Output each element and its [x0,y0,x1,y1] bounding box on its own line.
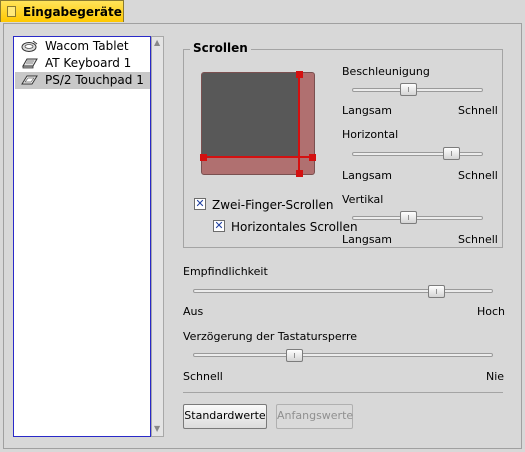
device-list-scrollbar[interactable]: ▲ ▼ [151,36,164,437]
device-item-label: Wacom Tablet [45,39,129,53]
typing-delay-min-label: Schnell [183,370,223,383]
horizontal-speed-max-label: Schnell [458,169,498,182]
tab-marker-icon [7,6,16,17]
defaults-button[interactable]: Standardwerte [183,404,267,429]
touchpad-icon [21,75,38,85]
two-finger-scroll-label: Zwei-Finger-Scrollen [212,198,334,212]
device-item-label: PS/2 Touchpad 1 [45,73,144,87]
vertical-edge-handle-top[interactable] [296,71,303,78]
tab-label: Eingabegeräte [23,5,122,19]
device-item-wacom-tablet[interactable]: Wacom Tablet [15,38,150,55]
slider-track [352,216,483,220]
horizontal-speed-min-label: Langsam [342,169,393,182]
slider-thumb[interactable] [400,211,417,224]
vertical-speed-min-label: Langsam [342,233,393,246]
slider-thumb[interactable] [400,83,417,96]
scroll-down-arrow-icon[interactable]: ▼ [154,424,160,434]
horizontal-edge-handle-right[interactable] [309,154,316,161]
slider-track [352,152,483,156]
acceleration-slider[interactable] [352,83,483,97]
scroll-up-arrow-icon[interactable]: ▲ [154,38,160,48]
acceleration-label: Beschleunigung [342,65,430,78]
horizontal-scroll-edge-line [203,156,314,158]
vertical-edge-handle-bottom[interactable] [296,170,303,177]
slider-track [193,289,493,293]
sensitivity-slider[interactable] [193,284,493,300]
slider-thumb[interactable] [443,147,460,160]
device-item-label: AT Keyboard 1 [45,56,132,70]
device-item-at-keyboard[interactable]: AT Keyboard 1 [15,55,150,72]
typing-delay-max-label: Nie [486,370,505,383]
revert-button[interactable]: Anfangswerte [276,404,353,429]
device-list[interactable]: Wacom Tablet AT Keyboard 1 PS/2 Touchpad… [13,36,151,437]
slider-track [193,353,493,357]
tab-bar: Eingabegeräte [0,0,525,23]
divider [183,392,503,393]
slider-track [352,88,483,92]
vertical-speed-max-label: Schnell [458,233,498,246]
horizontal-edge-handle-left[interactable] [200,154,207,161]
vertical-scroll-edge-line [298,73,300,174]
sensitivity-max-label: Hoch [477,305,506,318]
keyboard-icon [22,58,38,69]
tablet-icon [21,40,38,52]
vertical-speed-slider[interactable] [352,211,483,225]
horizontal-scroll-label: Horizontales Scrollen [231,220,358,234]
touchpad-area [202,73,298,156]
acceleration-min-label: Langsam [342,104,393,117]
horizontal-scroll-checkbox[interactable]: ✕ [213,220,225,232]
typing-delay-label: Verzögerung der Tastatursperre [183,330,358,343]
vertical-speed-label: Vertikal [342,193,384,206]
scrolling-group-title: Scrollen [190,41,251,55]
touchpad-scroll-area[interactable] [200,71,316,177]
device-item-ps2-touchpad[interactable]: PS/2 Touchpad 1 [15,72,150,89]
slider-thumb[interactable] [428,285,445,298]
horizontal-speed-label: Horizontal [342,128,399,141]
two-finger-scroll-checkbox[interactable]: ✕ [194,198,206,210]
slider-thumb[interactable] [286,349,303,362]
acceleration-max-label: Schnell [458,104,498,117]
horizontal-speed-slider[interactable] [352,147,483,161]
sensitivity-min-label: Aus [183,305,204,318]
tab-input-devices[interactable]: Eingabegeräte [0,0,124,22]
typing-delay-slider[interactable] [193,348,493,364]
sensitivity-label: Empfindlichkeit [183,265,268,278]
